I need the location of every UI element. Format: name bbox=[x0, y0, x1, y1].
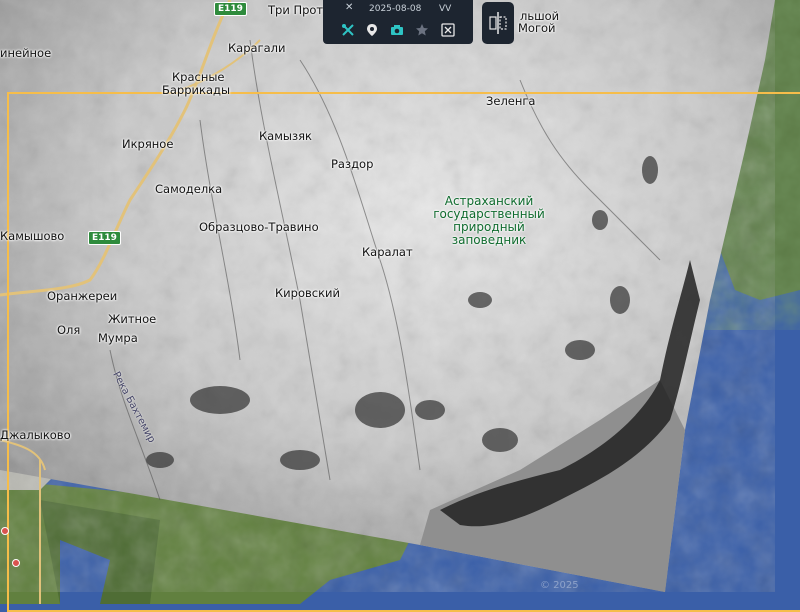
label-obraztsovo: Образцово-Травино bbox=[199, 220, 319, 234]
map-canvas[interactable] bbox=[0, 0, 800, 604]
label-zelenga: Зеленга bbox=[486, 94, 536, 108]
reserve-line-4: заповедник bbox=[451, 233, 527, 247]
label-oranzherei: Оранжереи bbox=[47, 289, 118, 303]
star-icon[interactable] bbox=[414, 22, 430, 38]
label-kamyzyak: Камызяк bbox=[259, 129, 312, 143]
map-marker[interactable] bbox=[12, 559, 20, 567]
map-marker[interactable] bbox=[1, 527, 9, 535]
image-toolbar: ✕ 2025-08-08 VV bbox=[323, 0, 473, 44]
label-mumra: Мумра bbox=[98, 331, 138, 345]
label-olya: Оля bbox=[57, 323, 81, 337]
label-samosdelka: Самоделка bbox=[155, 182, 223, 196]
road-shield-e119-north: E119 bbox=[214, 2, 247, 16]
label-lineynoe: инейное bbox=[0, 46, 52, 60]
label-zhitnoe: Житное bbox=[108, 312, 157, 326]
label-kirovskiy: Кировский bbox=[275, 286, 340, 300]
acquisition-date: 2025-08-08 bbox=[369, 4, 422, 14]
split-view-icon bbox=[489, 12, 507, 34]
label-dzhalykovo: Джалыково bbox=[0, 428, 71, 442]
location-icon[interactable] bbox=[364, 22, 380, 38]
label-karagali: Карагали bbox=[228, 41, 286, 55]
label-karalat: Каралат bbox=[362, 245, 413, 259]
imagery-attribution: © 2025 bbox=[540, 580, 579, 591]
label-reserve: Астраханский государственный природный з… bbox=[418, 195, 560, 247]
label-kamyshovo: Камышово bbox=[0, 229, 65, 243]
label-razdor: Раздор bbox=[331, 157, 374, 171]
polarization-label: VV bbox=[439, 4, 452, 14]
compare-split-button[interactable] bbox=[482, 2, 514, 44]
tools-icon[interactable] bbox=[340, 22, 356, 38]
label-krasnye-2: Баррикады bbox=[162, 83, 231, 97]
label-tri-protoka: Три Прот bbox=[268, 3, 324, 17]
label-ikryanoe: Икряное bbox=[122, 137, 174, 151]
close-icon[interactable]: ✕ bbox=[345, 2, 353, 13]
label-bolshoy-mogoy-2: Могой bbox=[518, 21, 556, 35]
camera-icon[interactable] bbox=[389, 22, 405, 38]
road-shield-e119-west: E119 bbox=[88, 231, 121, 245]
scissors-icon[interactable] bbox=[440, 22, 456, 38]
